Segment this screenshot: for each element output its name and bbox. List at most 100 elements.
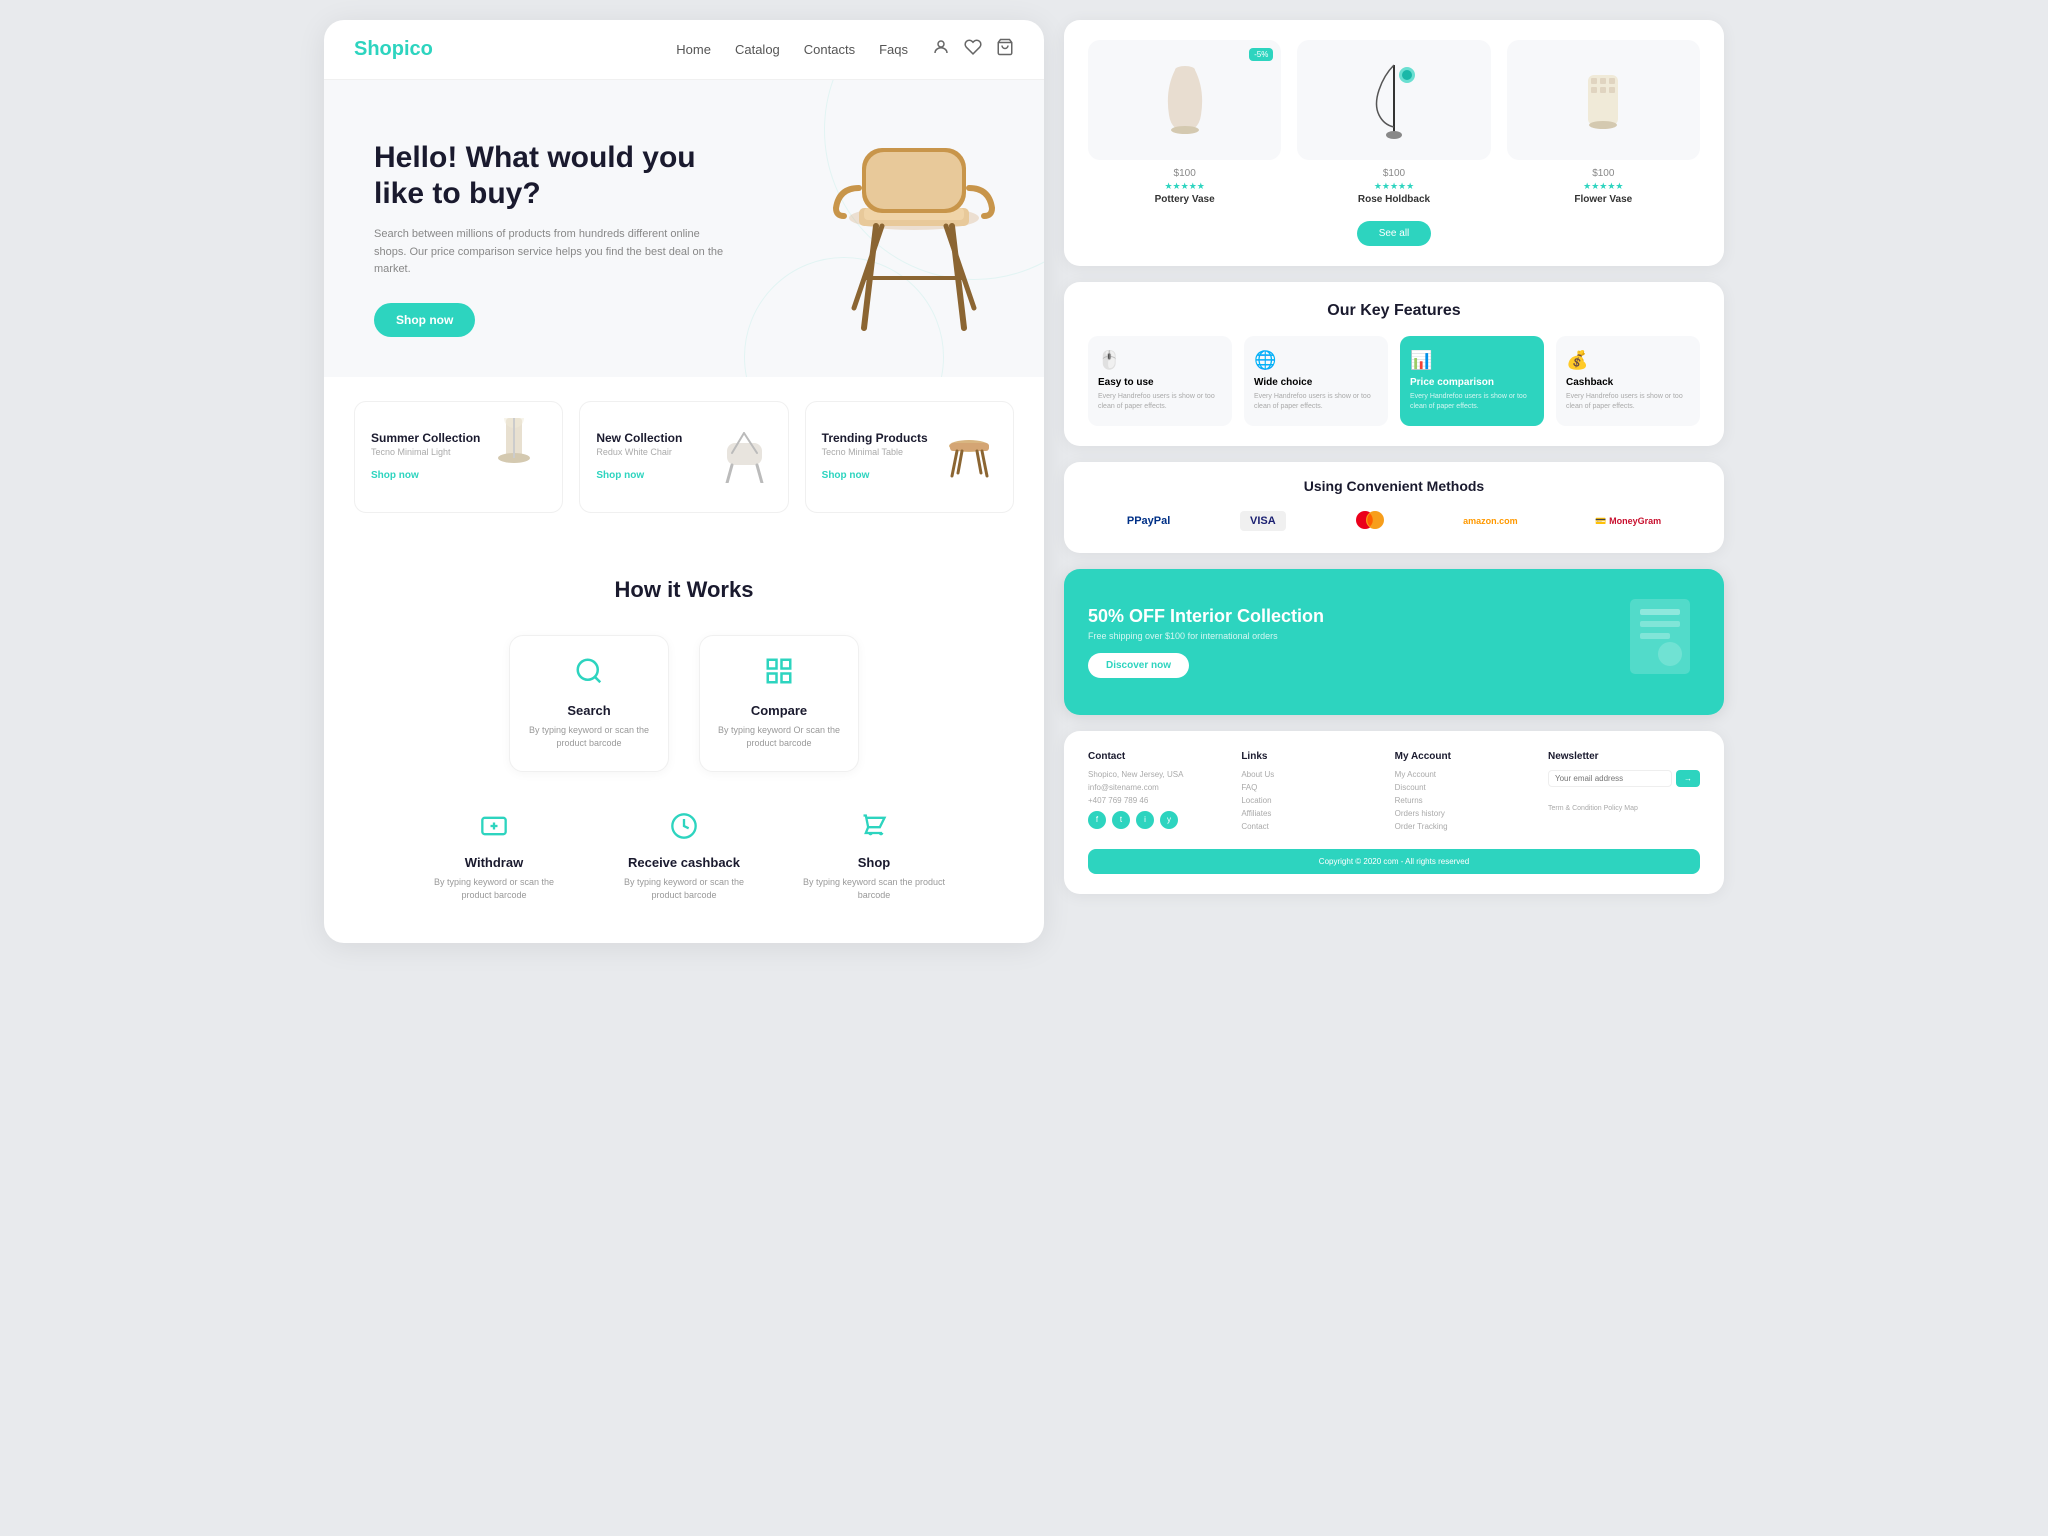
twitter-icon[interactable]: t [1112, 811, 1130, 829]
instagram-icon[interactable]: i [1136, 811, 1154, 829]
footer-orders-link[interactable]: Orders history [1395, 809, 1532, 818]
wide-choice-icon: 🌐 [1254, 350, 1378, 371]
how-it-works-title: How it Works [354, 577, 1014, 603]
feature-cashback: 💰 Cashback Every Handrefoo users is show… [1556, 336, 1700, 426]
nav-faqs[interactable]: Faqs [879, 42, 908, 57]
feature-cashback-label: Cashback [1566, 377, 1690, 388]
footer-affiliates[interactable]: Affiliates [1241, 809, 1378, 818]
step-cashback-desc: By typing keyword or scan the product ba… [609, 876, 759, 903]
footer-location[interactable]: Location [1241, 796, 1378, 805]
step-withdraw-label: Withdraw [419, 855, 569, 870]
feature-wide-label: Wide choice [1254, 377, 1378, 388]
footer-about[interactable]: About Us [1241, 770, 1378, 779]
features-grid: 🖱️ Easy to use Every Handrefoo users is … [1088, 336, 1700, 426]
rose-holdback-stars: ★★★★★ [1297, 181, 1490, 192]
card-subtitle-new: Redux White Chair [596, 447, 682, 457]
withdraw-icon [419, 812, 569, 847]
card-shop-trending[interactable]: Shop now [822, 470, 870, 481]
mastercard-logo [1347, 506, 1393, 537]
footer-returns-link[interactable]: Returns [1395, 796, 1532, 805]
wishlist-icon[interactable] [964, 38, 982, 61]
youtube-icon[interactable]: y [1160, 811, 1178, 829]
product-pottery-vase: -5% $100 ★★★★★ Pottery Vase [1088, 40, 1281, 205]
hero-content: Hello! What would you like to buy? Searc… [374, 140, 734, 337]
feature-wide-desc: Every Handrefoo users is show or too cle… [1254, 392, 1378, 412]
how-it-works-section: How it Works Search By typing keyword or… [324, 537, 1044, 792]
footer-discount-link[interactable]: Discount [1395, 783, 1532, 792]
card-shop-new[interactable]: Shop now [596, 470, 644, 481]
user-icon[interactable] [932, 38, 950, 61]
card-img-summer [491, 418, 546, 496]
shop-now-button[interactable]: Shop now [374, 303, 475, 337]
step-search: Search By typing keyword or scan the pro… [509, 635, 669, 772]
footer-email: info@sitename.com [1088, 783, 1225, 792]
pottery-vase-name: Pottery Vase [1088, 194, 1281, 205]
compare-step-icon [716, 656, 842, 693]
product-card-trending: Trending Products Tecno Minimal Table Sh… [805, 401, 1014, 513]
pottery-vase-image: -5% [1088, 40, 1281, 160]
facebook-icon[interactable]: f [1088, 811, 1106, 829]
see-all-container: See all [1088, 221, 1700, 246]
footer-section: Contact Shopico, New Jersey, USA info@si… [1064, 731, 1724, 894]
product-flower-vase: $100 ★★★★★ Flower Vase [1507, 40, 1700, 205]
card-shop-summer[interactable]: Shop now [371, 470, 419, 481]
card-subtitle-trending: Tecno Minimal Table [822, 447, 928, 457]
payment-logos: PPayPal VISA amazon.com 💳 MoneyGram [1088, 506, 1700, 537]
footer-contact: Contact Shopico, New Jersey, USA info@si… [1088, 751, 1225, 835]
card-title-summer: Summer Collection [371, 431, 480, 445]
footer-contact-link[interactable]: Contact [1241, 822, 1378, 831]
nav-links: Home Catalog Contacts Faqs [676, 41, 908, 59]
footer-contact-title: Contact [1088, 751, 1225, 762]
terms-link[interactable]: Term & Condition Policy Map [1548, 805, 1700, 812]
footer-social: f t i y [1088, 811, 1225, 829]
rose-holdback-image [1297, 40, 1490, 160]
feature-cashback-desc: Every Handrefoo users is show or too cle… [1566, 392, 1690, 412]
product-badge: -5% [1249, 48, 1273, 61]
key-features-title: Our Key Features [1088, 302, 1700, 320]
pottery-vase-price: $100 [1088, 168, 1281, 179]
newsletter-form: → [1548, 770, 1700, 787]
nav-home[interactable]: Home [676, 42, 711, 57]
hero-section: Hello! What would you like to buy? Searc… [324, 80, 1044, 377]
cart-icon[interactable] [996, 38, 1014, 61]
step-shop-label: Shop [799, 855, 949, 870]
promo-image [1620, 589, 1700, 695]
newsletter-submit-button[interactable]: → [1676, 770, 1700, 787]
footer-newsletter-title: Newsletter [1548, 751, 1700, 762]
feature-wide-choice: 🌐 Wide choice Every Handrefoo users is s… [1244, 336, 1388, 426]
newsletter-email-input[interactable] [1548, 770, 1672, 787]
site-logo: Shopico [354, 38, 433, 61]
product-rose-holdback: $100 ★★★★★ Rose Holdback [1297, 40, 1490, 205]
hero-image [814, 80, 1014, 377]
step-search-desc: By typing keyword or scan the product ba… [526, 724, 652, 751]
step-cashback-label: Receive cashback [609, 855, 759, 870]
products-top-section: -5% $100 ★★★★★ Pottery Vase [1064, 20, 1724, 266]
footer-my-account-link[interactable]: My Account [1395, 770, 1532, 779]
step-shop-desc: By typing keyword scan the product barco… [799, 876, 949, 903]
flower-vase-name: Flower Vase [1507, 194, 1700, 205]
footer-faq[interactable]: FAQ [1241, 783, 1378, 792]
payment-section: Using Convenient Methods PPayPal VISA am… [1064, 462, 1724, 553]
flower-vase-stars: ★★★★★ [1507, 181, 1700, 192]
feature-price-comparison: 📊 Price comparison Every Handrefoo users… [1400, 336, 1544, 426]
step-withdraw: Withdraw By typing keyword or scan the p… [419, 812, 569, 903]
key-features-section: Our Key Features 🖱️ Easy to use Every Ha… [1064, 282, 1724, 446]
nav-contacts[interactable]: Contacts [804, 42, 855, 57]
footer-tracking-link[interactable]: Order Tracking [1395, 822, 1532, 831]
footer-account-title: My Account [1395, 751, 1532, 762]
nav-catalog[interactable]: Catalog [735, 42, 780, 57]
moneygram-logo: 💳 MoneyGram [1587, 512, 1669, 531]
footer-links-title: Links [1241, 751, 1378, 762]
products-grid: -5% $100 ★★★★★ Pottery Vase [1088, 40, 1700, 205]
promo-description: Free shipping over $100 for internationa… [1088, 631, 1324, 641]
steps-row-2: Withdraw By typing keyword or scan the p… [324, 792, 1044, 943]
feature-easy-to-use: 🖱️ Easy to use Every Handrefoo users is … [1088, 336, 1232, 426]
nav-icons [932, 38, 1014, 61]
page-wrapper: Shopico Home Catalog Contacts Faqs [324, 20, 1724, 943]
promo-cta-button[interactable]: Discover now [1088, 653, 1189, 678]
step-shop: Shop By typing keyword scan the product … [799, 812, 949, 903]
card-img-trending [942, 428, 997, 486]
price-comparison-icon: 📊 [1410, 350, 1534, 371]
see-all-button[interactable]: See all [1357, 221, 1432, 246]
flower-vase-price: $100 [1507, 168, 1700, 179]
